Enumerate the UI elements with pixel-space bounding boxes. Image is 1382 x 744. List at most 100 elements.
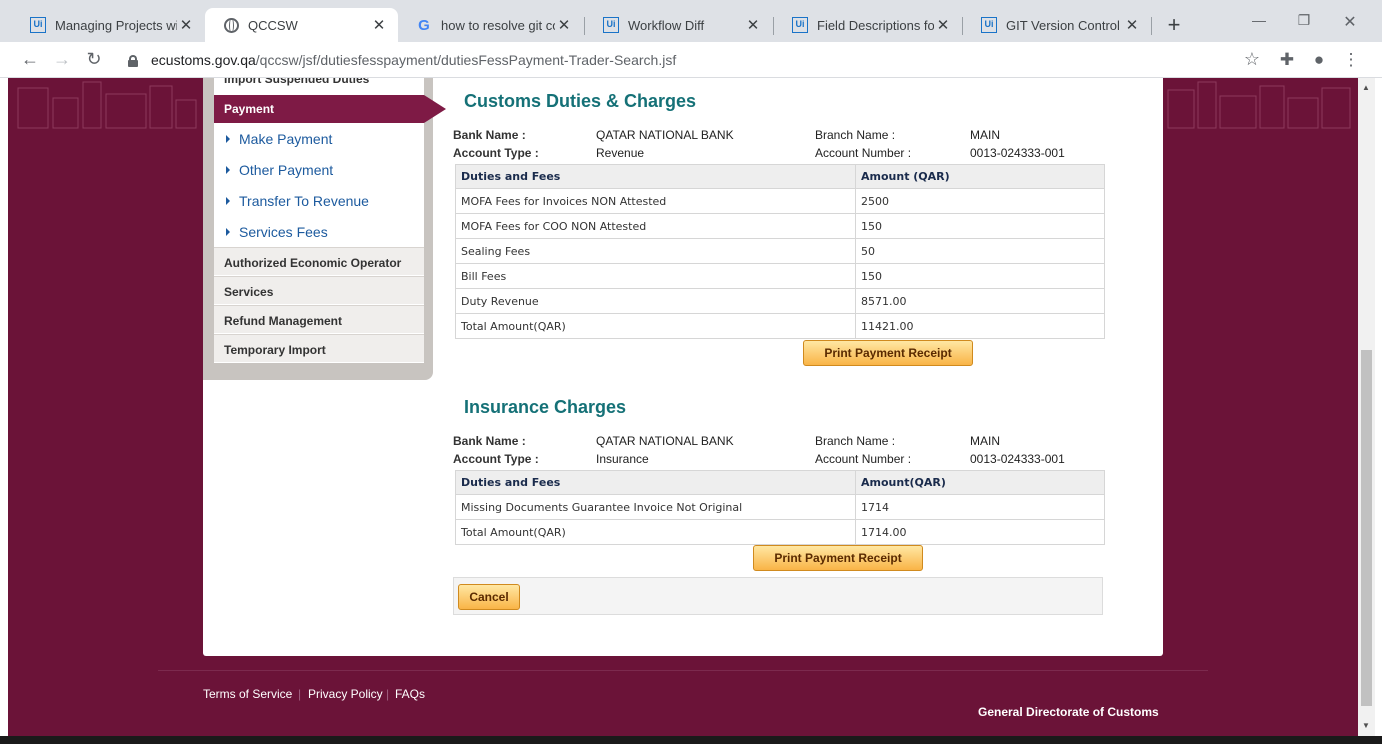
cancel-button[interactable]: Cancel bbox=[458, 584, 520, 610]
tab-title: how to resolve git confl bbox=[441, 17, 555, 33]
active-pointer-arrow bbox=[424, 95, 446, 123]
menu-kebab-icon[interactable]: ⋮ bbox=[1341, 50, 1361, 70]
sidebar-subitem-label: Make Payment bbox=[239, 131, 333, 147]
vertical-scrollbar[interactable]: ▲ ▼ bbox=[1358, 78, 1375, 736]
fee-name-cell: Duty Revenue bbox=[455, 288, 856, 314]
browser-tab-active[interactable]: QCCSW ✕ bbox=[205, 8, 398, 42]
tab-title: Managing Projects with bbox=[55, 17, 177, 33]
address-bar[interactable]: ecustoms.gov.qa/qccsw/jsf/dutiesfesspaym… bbox=[112, 47, 1274, 73]
tab-title: QCCSW bbox=[248, 17, 298, 33]
footer-separator: | bbox=[386, 687, 390, 701]
account-number-value: 0013-024333-001 bbox=[970, 452, 1065, 466]
branch-name-value: MAIN bbox=[970, 434, 1000, 448]
browser-tab[interactable]: G how to resolve git confl ✕ bbox=[398, 8, 583, 42]
account-type-value: Revenue bbox=[596, 146, 645, 160]
table-row: Bill Fees 150 bbox=[455, 263, 1105, 289]
sidebar-item-services[interactable]: Services bbox=[214, 276, 424, 304]
close-icon[interactable]: ✕ bbox=[934, 16, 952, 34]
fee-name-cell: Bill Fees bbox=[455, 263, 856, 289]
sidebar-item-temporary-import[interactable]: Temporary Import bbox=[214, 334, 424, 362]
tab-title: Workflow Diff bbox=[628, 17, 705, 33]
sidebar-subitem-label: Services Fees bbox=[239, 224, 328, 240]
print-customs-receipt-button[interactable]: Print Payment Receipt bbox=[803, 340, 973, 366]
browser-tab[interactable]: Ui Field Descriptions for G ✕ bbox=[774, 8, 962, 42]
close-icon[interactable]: ✕ bbox=[370, 16, 388, 34]
table-row: MOFA Fees for COO NON Attested 150 bbox=[455, 213, 1105, 239]
customs-fees-table: Duties and Fees Amount (QAR) MOFA Fees f… bbox=[455, 164, 1105, 339]
lock-icon[interactable] bbox=[128, 54, 138, 67]
window-close-icon[interactable]: ✕ bbox=[1340, 12, 1360, 32]
customs-section-title: Customs Duties & Charges bbox=[464, 91, 697, 111]
table-row: Duty Revenue 8571.00 bbox=[455, 288, 1105, 314]
google-icon: G bbox=[418, 16, 430, 34]
scroll-up-arrow-icon[interactable]: ▲ bbox=[1362, 83, 1370, 92]
account-type-label: Account Type : bbox=[453, 146, 539, 160]
reload-icon[interactable]: ↻ bbox=[83, 49, 105, 70]
triangle-right-icon bbox=[226, 228, 230, 236]
browser-tab[interactable]: Ui GIT Version Control ✕ bbox=[963, 8, 1151, 42]
browser-tab[interactable]: Ui Managing Projects with ✕ bbox=[12, 8, 205, 42]
branch-name-label: Branch Name : bbox=[815, 128, 896, 142]
scroll-down-arrow-icon[interactable]: ▼ bbox=[1362, 721, 1370, 730]
account-type-label: Account Type : bbox=[453, 452, 539, 466]
sidebar-item-authorized-economic-operator[interactable]: Authorized Economic Operator bbox=[214, 247, 424, 275]
new-tab-button[interactable]: + bbox=[1163, 12, 1185, 38]
close-icon[interactable]: ✕ bbox=[555, 16, 573, 34]
total-amount-cell: 1714.00 bbox=[855, 519, 1105, 545]
bank-name-label: Bank Name : bbox=[453, 128, 526, 142]
footer-divider bbox=[158, 670, 1208, 671]
sidebar-subitem-label: Other Payment bbox=[239, 162, 334, 178]
sidebar-item-payment[interactable]: Payment bbox=[214, 95, 446, 123]
bank-name-value: QATAR NATIONAL BANK bbox=[596, 434, 734, 448]
extensions-puzzle-icon[interactable]: ✚ bbox=[1277, 50, 1297, 70]
forward-arrow-icon[interactable]: → bbox=[51, 49, 73, 70]
action-bar: Cancel bbox=[453, 577, 1103, 615]
minimize-icon[interactable]: — bbox=[1249, 12, 1269, 28]
print-insurance-receipt-button[interactable]: Print Payment Receipt bbox=[753, 545, 923, 571]
sidebar-subitem-transfer-to-revenue[interactable]: Transfer To Revenue bbox=[226, 186, 369, 216]
footer-link-faqs[interactable]: FAQs bbox=[395, 687, 425, 701]
account-number-label: Account Number : bbox=[815, 452, 912, 466]
footer-link-terms[interactable]: Terms of Service bbox=[203, 687, 292, 701]
close-icon[interactable]: ✕ bbox=[1123, 16, 1141, 34]
browser-toolbar: ← → ↻ ecustoms.gov.qa/qccsw/jsf/dutiesfe… bbox=[0, 42, 1382, 78]
total-label-cell: Total Amount(QAR) bbox=[455, 313, 856, 339]
insurance-section-title: Insurance Charges bbox=[464, 397, 627, 417]
profile-avatar-icon[interactable]: ● bbox=[1309, 50, 1329, 70]
browser-tab[interactable]: Ui Workflow Diff ✕ bbox=[585, 8, 772, 42]
close-icon[interactable]: ✕ bbox=[744, 16, 762, 34]
footer-organization: General Directorate of Customs bbox=[978, 705, 1159, 719]
sidebar-subitem-other-payment[interactable]: Other Payment bbox=[226, 155, 333, 185]
account-number-value: 0013-024333-001 bbox=[970, 146, 1065, 160]
branch-name-label: Branch Name : bbox=[815, 434, 896, 448]
sidebar-menu: Import Suspended Duties Payment Make Pay… bbox=[214, 78, 446, 363]
bookmark-star-icon[interactable]: ☆ bbox=[1244, 49, 1260, 70]
fee-amount-cell: 2500 bbox=[855, 188, 1105, 214]
restore-icon[interactable]: ❐ bbox=[1294, 12, 1314, 29]
sidebar-item-import-suspended-duties[interactable]: Import Suspended Duties bbox=[214, 78, 424, 89]
bank-name-value: QATAR NATIONAL BANK bbox=[596, 128, 734, 142]
fee-amount-cell: 50 bbox=[855, 238, 1105, 264]
column-header-duties: Duties and Fees bbox=[455, 164, 856, 189]
sidebar-subitem-make-payment[interactable]: Make Payment bbox=[226, 124, 332, 154]
tab-strip: Ui Managing Projects with ✕ QCCSW ✕ G ho… bbox=[0, 0, 1382, 42]
column-header-amount: Amount(QAR) bbox=[855, 470, 1105, 495]
table-row-total: Total Amount(QAR) 11421.00 bbox=[455, 313, 1105, 339]
sidebar-item-label: Payment bbox=[214, 95, 424, 123]
sidebar-item-refund-management[interactable]: Refund Management bbox=[214, 305, 424, 333]
uipath-icon: Ui bbox=[981, 17, 997, 33]
close-icon[interactable]: ✕ bbox=[177, 16, 195, 34]
tab-title: GIT Version Control bbox=[1006, 17, 1120, 33]
scrollbar-thumb[interactable] bbox=[1361, 350, 1372, 706]
table-header-row: Duties and Fees Amount (QAR) bbox=[455, 164, 1105, 189]
sidebar-subitem-services-fees[interactable]: Services Fees bbox=[226, 217, 328, 247]
footer-link-privacy[interactable]: Privacy Policy bbox=[308, 687, 383, 701]
column-header-amount: Amount (QAR) bbox=[855, 164, 1105, 189]
account-number-label: Account Number : bbox=[815, 146, 912, 160]
back-arrow-icon[interactable]: ← bbox=[19, 49, 41, 70]
fee-name-cell: MOFA Fees for Invoices NON Attested bbox=[455, 188, 856, 214]
os-taskbar bbox=[0, 736, 1382, 744]
sidebar-subitem-label: Transfer To Revenue bbox=[239, 193, 369, 209]
total-label-cell: Total Amount(QAR) bbox=[455, 519, 856, 545]
table-row: Missing Documents Guarantee Invoice Not … bbox=[455, 494, 1105, 520]
